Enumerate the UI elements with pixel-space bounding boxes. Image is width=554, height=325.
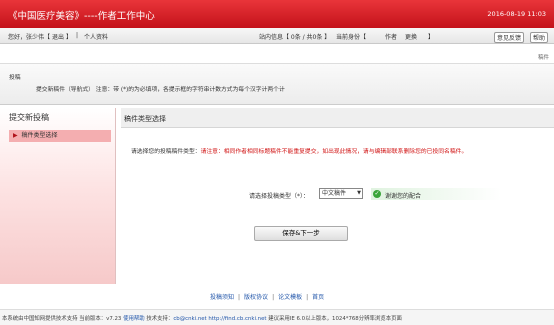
- identity-value: 作者: [385, 34, 398, 41]
- sidebar-item-type-select[interactable]: ▶ 稿件类型选择: [9, 130, 111, 142]
- notice-panel: 投稿 提交新稿件（导航式） 注意：带 (*)的为必填项，各提示框的字符串计数方式…: [0, 63, 554, 105]
- datetime: 2016-08-19 11:03: [487, 10, 546, 18]
- greeting: 您好，张少伟【: [8, 34, 51, 41]
- bracket-close: 】: [66, 34, 73, 41]
- footer-text: 本系统由中国知网提供技术支持 当前版本：v7.23 使用帮助 技术支持：cb@c…: [2, 314, 402, 322]
- footer-link-guidelines[interactable]: 投稿须知: [210, 294, 234, 301]
- confirmation-hint: ✓ 谢谢您的配合: [371, 188, 501, 200]
- switch-identity-link[interactable]: 更换: [405, 32, 417, 41]
- type-select-label: 请选择投稿类型（*）：: [249, 193, 310, 200]
- chevron-down-icon: ▼: [357, 190, 361, 196]
- footer-suffix: 建议采用IE 6.0以上版本，1024*768分辨率浏览本页面: [268, 316, 402, 322]
- title-bar: 《中国医疗美容》----作者工作中心 2016-08-19 11:03: [0, 0, 554, 28]
- support-email[interactable]: cb@cnki.net: [173, 316, 206, 322]
- confirmation-text: 谢谢您的配合: [385, 193, 422, 200]
- user-bar: 您好，张少伟【 退出 】 | 个人资料 站内信息【 0条 / 共0条 】 当前身…: [0, 28, 554, 44]
- separator: |: [238, 294, 241, 301]
- footer-prefix: 本系统由中国知网提供技术支持 当前版本：v7.23: [2, 316, 122, 322]
- app-title: 《中国医疗美容》----作者工作中心: [8, 11, 155, 22]
- help-button[interactable]: 帮助: [530, 32, 549, 43]
- footer-link-home[interactable]: 首页: [312, 294, 324, 301]
- type-select[interactable]: 中文稿件 ▼: [319, 188, 363, 199]
- feedback-button[interactable]: 意见反馈: [494, 32, 525, 43]
- identity-label: 当前身份【: [336, 34, 367, 41]
- check-circle-icon: ✓: [373, 190, 381, 198]
- support-url[interactable]: http://find.cb.cnki.net: [208, 316, 266, 322]
- profile-link[interactable]: 个人资料: [84, 32, 108, 41]
- notice-text: 提交新稿件（导航式） 注意：带 (*)的为必填项，各提示框的字符串计数方式为每个…: [36, 87, 285, 93]
- footer-links: 投稿须知 | 版权协议 | 论文模板 | 首页: [210, 292, 324, 301]
- triangle-right-icon: ▶: [13, 132, 18, 139]
- main-panel: 稿件类型选择 请选择您的投稿稿件类型：请注意：相同作者相同标题稿件不能重复提交，…: [121, 108, 554, 284]
- logout-link[interactable]: 退出: [52, 32, 64, 41]
- identity-close: 】: [428, 34, 435, 41]
- separator: |: [76, 32, 79, 39]
- sidebar-item-label: 稿件类型选择: [21, 132, 58, 139]
- page-section-label: 稿件: [537, 55, 549, 61]
- site-messages-link[interactable]: 站内信息【 0条 / 共0条 】: [259, 32, 330, 41]
- type-select-value: 中文稿件: [322, 190, 347, 197]
- sidebar-heading: 提交新投稿: [9, 113, 49, 122]
- type-select-row: 请选择投稿类型（*）： 中文稿件 ▼ ✓ 谢谢您的配合: [249, 188, 501, 202]
- help-link[interactable]: 使用帮助: [123, 316, 145, 322]
- main-heading: 稿件类型选择: [124, 115, 166, 123]
- warning-row: 请选择您的投稿稿件类型：请注意：相同作者相同标题稿件不能重复提交，如出现此情况，…: [131, 146, 467, 155]
- main-heading-bar: 稿件类型选择: [121, 108, 554, 128]
- support-label: 技术支持：: [146, 316, 174, 322]
- type-prompt: 请选择您的投稿稿件类型：: [131, 149, 201, 155]
- notice-title: 投稿: [9, 75, 21, 81]
- footer-bar: 本系统由中国知网提供技术支持 当前版本：v7.23 使用帮助 技术支持：cb@c…: [0, 309, 554, 325]
- footer-link-copyright[interactable]: 版权协议: [244, 294, 268, 301]
- duplicate-warning: 请注意：相同作者相同标题稿件不能重复提交，如出现此情况，请与编辑部联系删除您的已…: [200, 149, 468, 155]
- separator: |: [306, 294, 309, 301]
- footer-link-template[interactable]: 论文模板: [278, 294, 302, 301]
- sidebar: 提交新投稿 ▶ 稿件类型选择: [0, 108, 116, 284]
- save-next-button[interactable]: 保存&下一步: [254, 226, 348, 241]
- separator: |: [272, 294, 275, 301]
